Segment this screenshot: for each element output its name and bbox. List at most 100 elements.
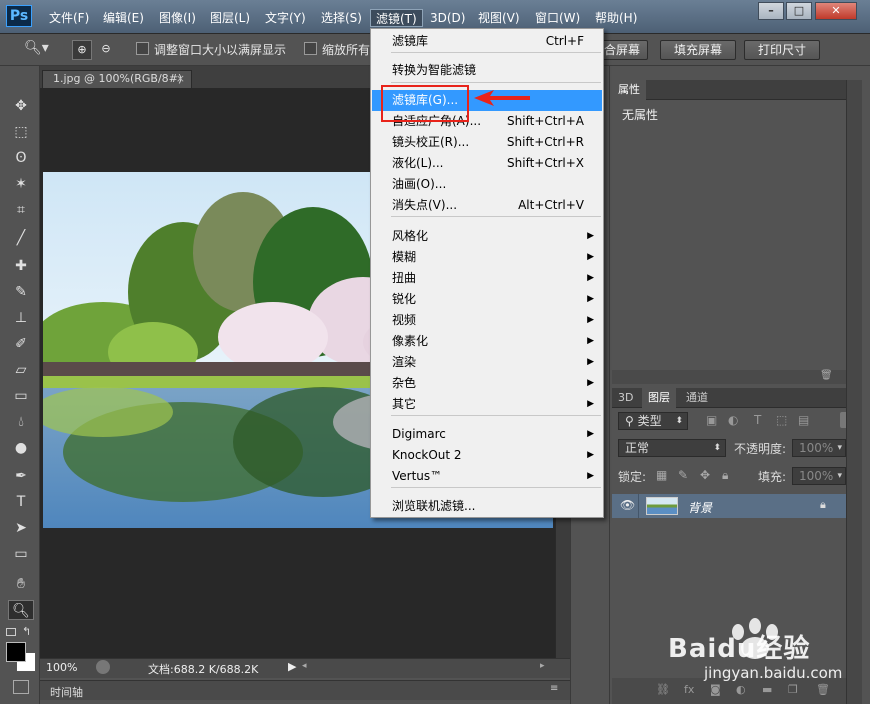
move-tool-icon[interactable]: ✥ — [10, 96, 32, 116]
filter-menu-item[interactable]: 滤镜库 Ctrl+F — [372, 31, 602, 52]
tab-channels[interactable]: 通道 — [680, 388, 714, 408]
lock-transparent-icon[interactable]: ▦ — [656, 468, 667, 482]
layer-filter-dropdown[interactable]: ⚲ 类型 ⬍ — [618, 412, 688, 430]
healing-brush-icon[interactable]: ✚ — [10, 256, 32, 276]
filter-menu-item[interactable]: KnockOut 2 ▶ — [372, 445, 602, 466]
pen-tool-icon[interactable]: ✒ — [10, 466, 32, 486]
filter-menu-item[interactable]: 渲染 ▶ — [372, 352, 602, 373]
lock-label: 锁定: — [618, 470, 647, 484]
menu-item[interactable]: 文字(Y) — [260, 9, 311, 27]
resize-windows-checkbox[interactable] — [136, 42, 149, 55]
minimize-button[interactable]: – — [758, 2, 784, 20]
zoom-tool-icon[interactable]: 🔍︎ — [8, 600, 34, 620]
filter-menu-item[interactable]: 油画(O)... — [372, 174, 602, 195]
submenu-arrow-icon: ▶ — [587, 273, 594, 283]
lock-position-icon[interactable]: ✥ — [700, 468, 710, 482]
filter-menu-item[interactable]: Vertus™ ▶ — [372, 466, 602, 487]
shape-tool-icon[interactable]: ▭ — [10, 544, 32, 564]
opacity-input[interactable]: 100% ▾ — [792, 439, 846, 457]
close-tab-icon[interactable]: × — [176, 71, 185, 87]
filter-menu-item[interactable]: 液化(L)... Shift+Ctrl+X — [372, 153, 602, 174]
pixel-filter-icon[interactable]: ▣ — [706, 413, 717, 427]
type-tool-icon[interactable]: T — [10, 492, 32, 512]
menu-item[interactable]: 窗口(W) — [530, 9, 585, 27]
filter-menu-item[interactable]: 锐化 ▶ — [372, 289, 602, 310]
lasso-tool-icon[interactable]: ʘ — [10, 148, 32, 168]
eraser-icon[interactable]: ▱ — [10, 360, 32, 380]
panel-menu-icon[interactable]: ≡ — [550, 683, 558, 694]
gradient-tool-icon[interactable]: ▭ — [10, 386, 32, 406]
trash-icon[interactable]: 🗑︎ — [820, 370, 833, 381]
marquee-tool-icon[interactable]: ⬚ — [10, 122, 32, 142]
close-button[interactable]: ✕ — [815, 2, 857, 20]
menu-item[interactable]: 图像(I) — [154, 9, 201, 27]
filter-menu-item[interactable]: 视频 ▶ — [372, 310, 602, 331]
menu-item[interactable]: 图层(L) — [205, 9, 255, 27]
eye-icon[interactable]: 👁︎ — [620, 498, 635, 512]
magic-wand-icon[interactable]: ✶ — [10, 174, 32, 194]
zoom-all-checkbox[interactable] — [304, 42, 317, 55]
filter-menu-item[interactable]: Digimarc ▶ — [372, 424, 602, 445]
lock-brush-icon[interactable]: ✎ — [678, 468, 688, 482]
status-info-icon[interactable] — [96, 660, 110, 674]
tab-3d[interactable]: 3D — [612, 388, 639, 408]
filter-menu-item[interactable]: 消失点(V)... Alt+Ctrl+V — [372, 195, 602, 216]
tab-properties[interactable]: 属性 — [612, 80, 646, 100]
zoom-level[interactable]: 100% — [46, 661, 77, 674]
quick-mask-icon[interactable] — [13, 680, 29, 694]
filter-menu-item[interactable]: 杂色 ▶ — [372, 373, 602, 394]
menu-item[interactable]: 滤镜(T) — [370, 9, 423, 27]
tab-layers[interactable]: 图层 — [642, 388, 676, 408]
filter-menu-item[interactable]: 像素化 ▶ — [372, 331, 602, 352]
print-size-button[interactable]: 打印尺寸 — [744, 40, 820, 60]
menu-item[interactable]: 编辑(E) — [98, 9, 149, 27]
zoom-out-icon[interactable]: ⊖ — [96, 40, 116, 60]
filter-menu-item[interactable]: 模糊 ▶ — [372, 247, 602, 268]
zoom-in-icon[interactable]: ⊕ — [72, 40, 92, 60]
document-tab[interactable]: 1.jpg @ 100%(RGB/8#) × — [42, 70, 192, 88]
foreground-color-swatch[interactable] — [6, 642, 26, 662]
blend-mode-dropdown[interactable]: 正常 ⬍ — [618, 439, 726, 457]
menu-item[interactable]: 帮助(H) — [590, 9, 642, 27]
filter-menu-item[interactable]: 镜头校正(R)... Shift+Ctrl+R — [372, 132, 602, 153]
fill-screen-button[interactable]: 填充屏幕 — [660, 40, 736, 60]
swap-colors-icon[interactable]: ↰ — [22, 625, 31, 638]
smart-object-filter-icon[interactable]: ▤ — [798, 413, 809, 427]
brush-tool-icon[interactable]: ✎ — [10, 282, 32, 302]
eyedropper-icon[interactable]: ╱ — [10, 228, 32, 248]
layer-name[interactable]: 背景 — [688, 499, 712, 516]
menu-item[interactable]: 视图(V) — [473, 9, 525, 27]
dodge-tool-icon[interactable]: ● — [10, 438, 32, 458]
path-selection-icon[interactable]: ➤ — [10, 518, 32, 538]
clone-stamp-icon[interactable]: ⊥ — [10, 308, 32, 328]
maximize-button[interactable]: □ — [786, 2, 812, 20]
menu-item[interactable]: 3D(D) — [425, 9, 470, 27]
lock-all-icon[interactable]: 🔒︎ — [722, 468, 728, 483]
blur-tool-icon[interactable]: 💧︎ — [10, 412, 32, 432]
hand-tool-icon[interactable]: ✋︎ — [10, 574, 32, 594]
menu-item[interactable]: 选择(S) — [316, 9, 367, 27]
menu-item[interactable]: 文件(F) — [44, 9, 94, 27]
history-brush-icon[interactable]: ✐ — [10, 334, 32, 354]
scroll-right-icon[interactable]: ▸ — [540, 661, 545, 671]
zoom-tool-preset-icon[interactable]: 🔍︎▾ — [24, 40, 60, 60]
crop-tool-icon[interactable]: ⌗ — [10, 200, 32, 220]
filter-menu-item[interactable]: 转换为智能滤镜 — [372, 60, 602, 81]
scroll-left-icon[interactable]: ◂ — [302, 661, 307, 671]
layer-row[interactable]: 👁︎ 背景 🔒︎ — [612, 494, 846, 518]
filter-menu-item[interactable]: 浏览联机滤镜... — [372, 496, 602, 517]
default-colors-icon[interactable] — [6, 628, 16, 636]
filter-menu-item-label: 其它 — [392, 397, 417, 411]
type-filter-icon[interactable]: T — [754, 413, 761, 427]
filter-menu-item[interactable]: 扭曲 ▶ — [372, 268, 602, 289]
document-size: 文档:688.2 K/688.2K — [148, 663, 259, 676]
adjustment-filter-icon[interactable]: ◐ — [728, 413, 738, 427]
filter-menu-item-label: Vertus™ — [392, 469, 443, 483]
status-menu-arrow-icon[interactable]: ▶ — [288, 660, 296, 673]
filter-menu-item[interactable]: 其它 ▶ — [372, 394, 602, 415]
filter-menu-item[interactable]: 风格化 ▶ — [372, 226, 602, 247]
submenu-arrow-icon: ▶ — [587, 450, 594, 460]
timeline-panel-bar[interactable]: 时间轴 ≡ — [40, 680, 570, 700]
fill-input[interactable]: 100% ▾ — [792, 467, 846, 485]
shape-filter-icon[interactable]: ⬚ — [776, 413, 787, 427]
